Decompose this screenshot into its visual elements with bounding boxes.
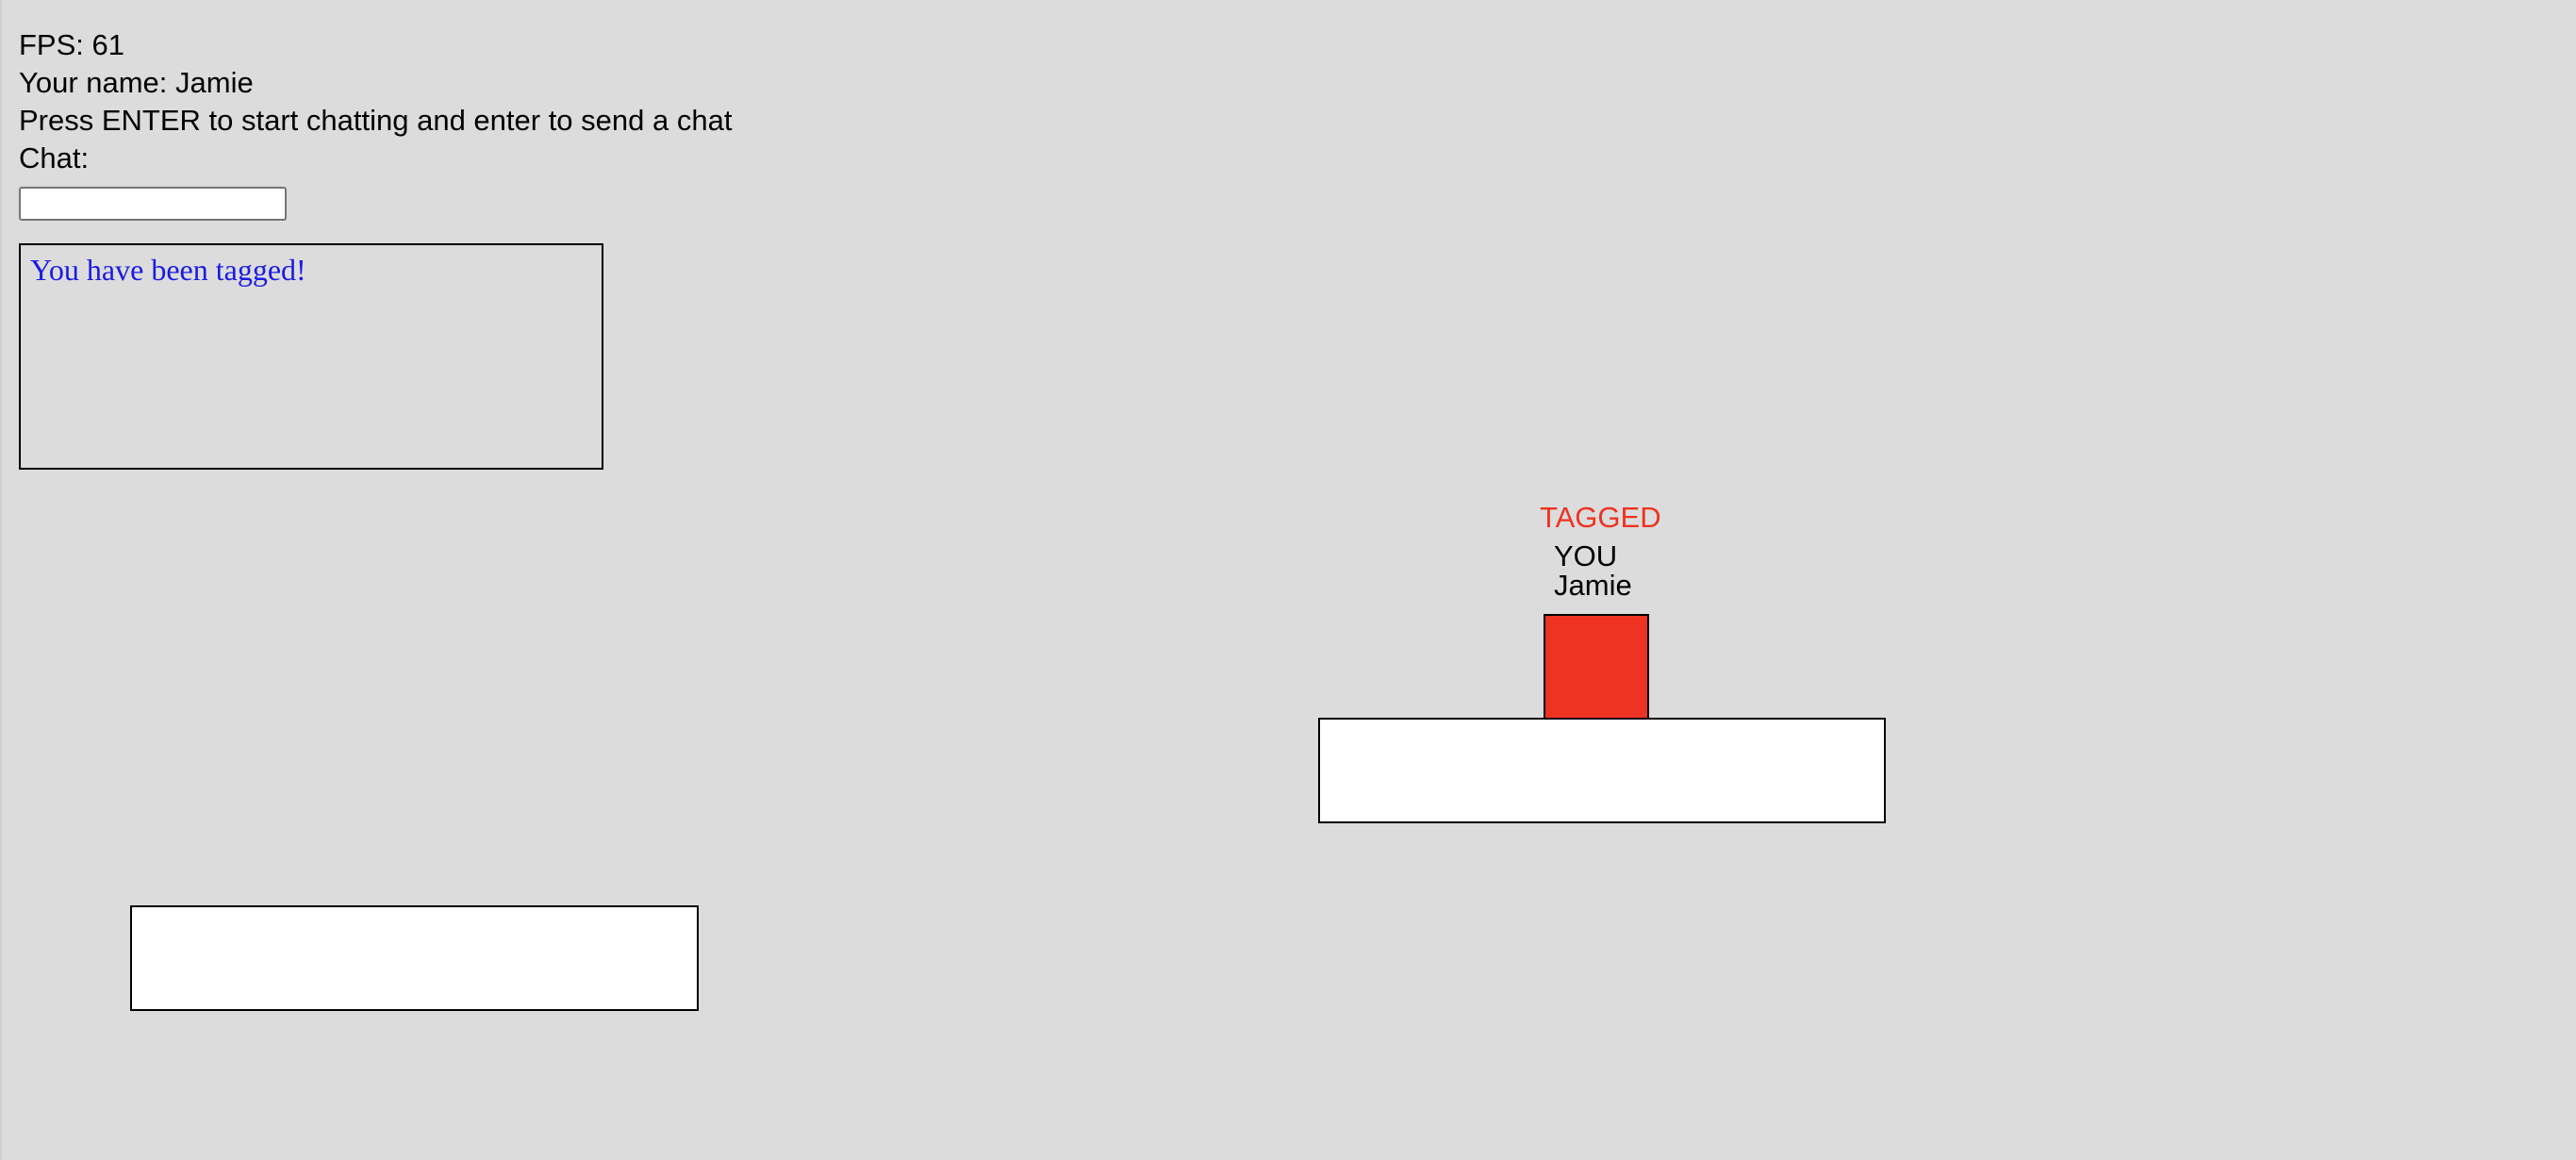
- chat-log[interactable]: You have been tagged!: [19, 243, 603, 470]
- chat-input[interactable]: [19, 187, 287, 221]
- hud-panel: FPS: 61 Your name: Jamie Press ENTER to …: [19, 26, 732, 177]
- platform-lower: [130, 905, 699, 1011]
- player-name-label: Jamie: [1554, 569, 1632, 602]
- tagged-status-label: TAGGED: [1540, 501, 1661, 534]
- player-avatar: [1544, 614, 1649, 720]
- fps-counter: FPS: 61: [19, 28, 124, 61]
- frame-edge: [0, 0, 2, 1160]
- platform-upper: [1318, 718, 1886, 823]
- chat-message: You have been tagged!: [30, 253, 306, 287]
- player-name-text: Your name: Jamie: [19, 66, 254, 99]
- you-label: YOU: [1554, 539, 1618, 572]
- chat-instructions: Press ENTER to start chatting and enter …: [19, 104, 733, 137]
- chat-label: Chat:: [19, 141, 90, 174]
